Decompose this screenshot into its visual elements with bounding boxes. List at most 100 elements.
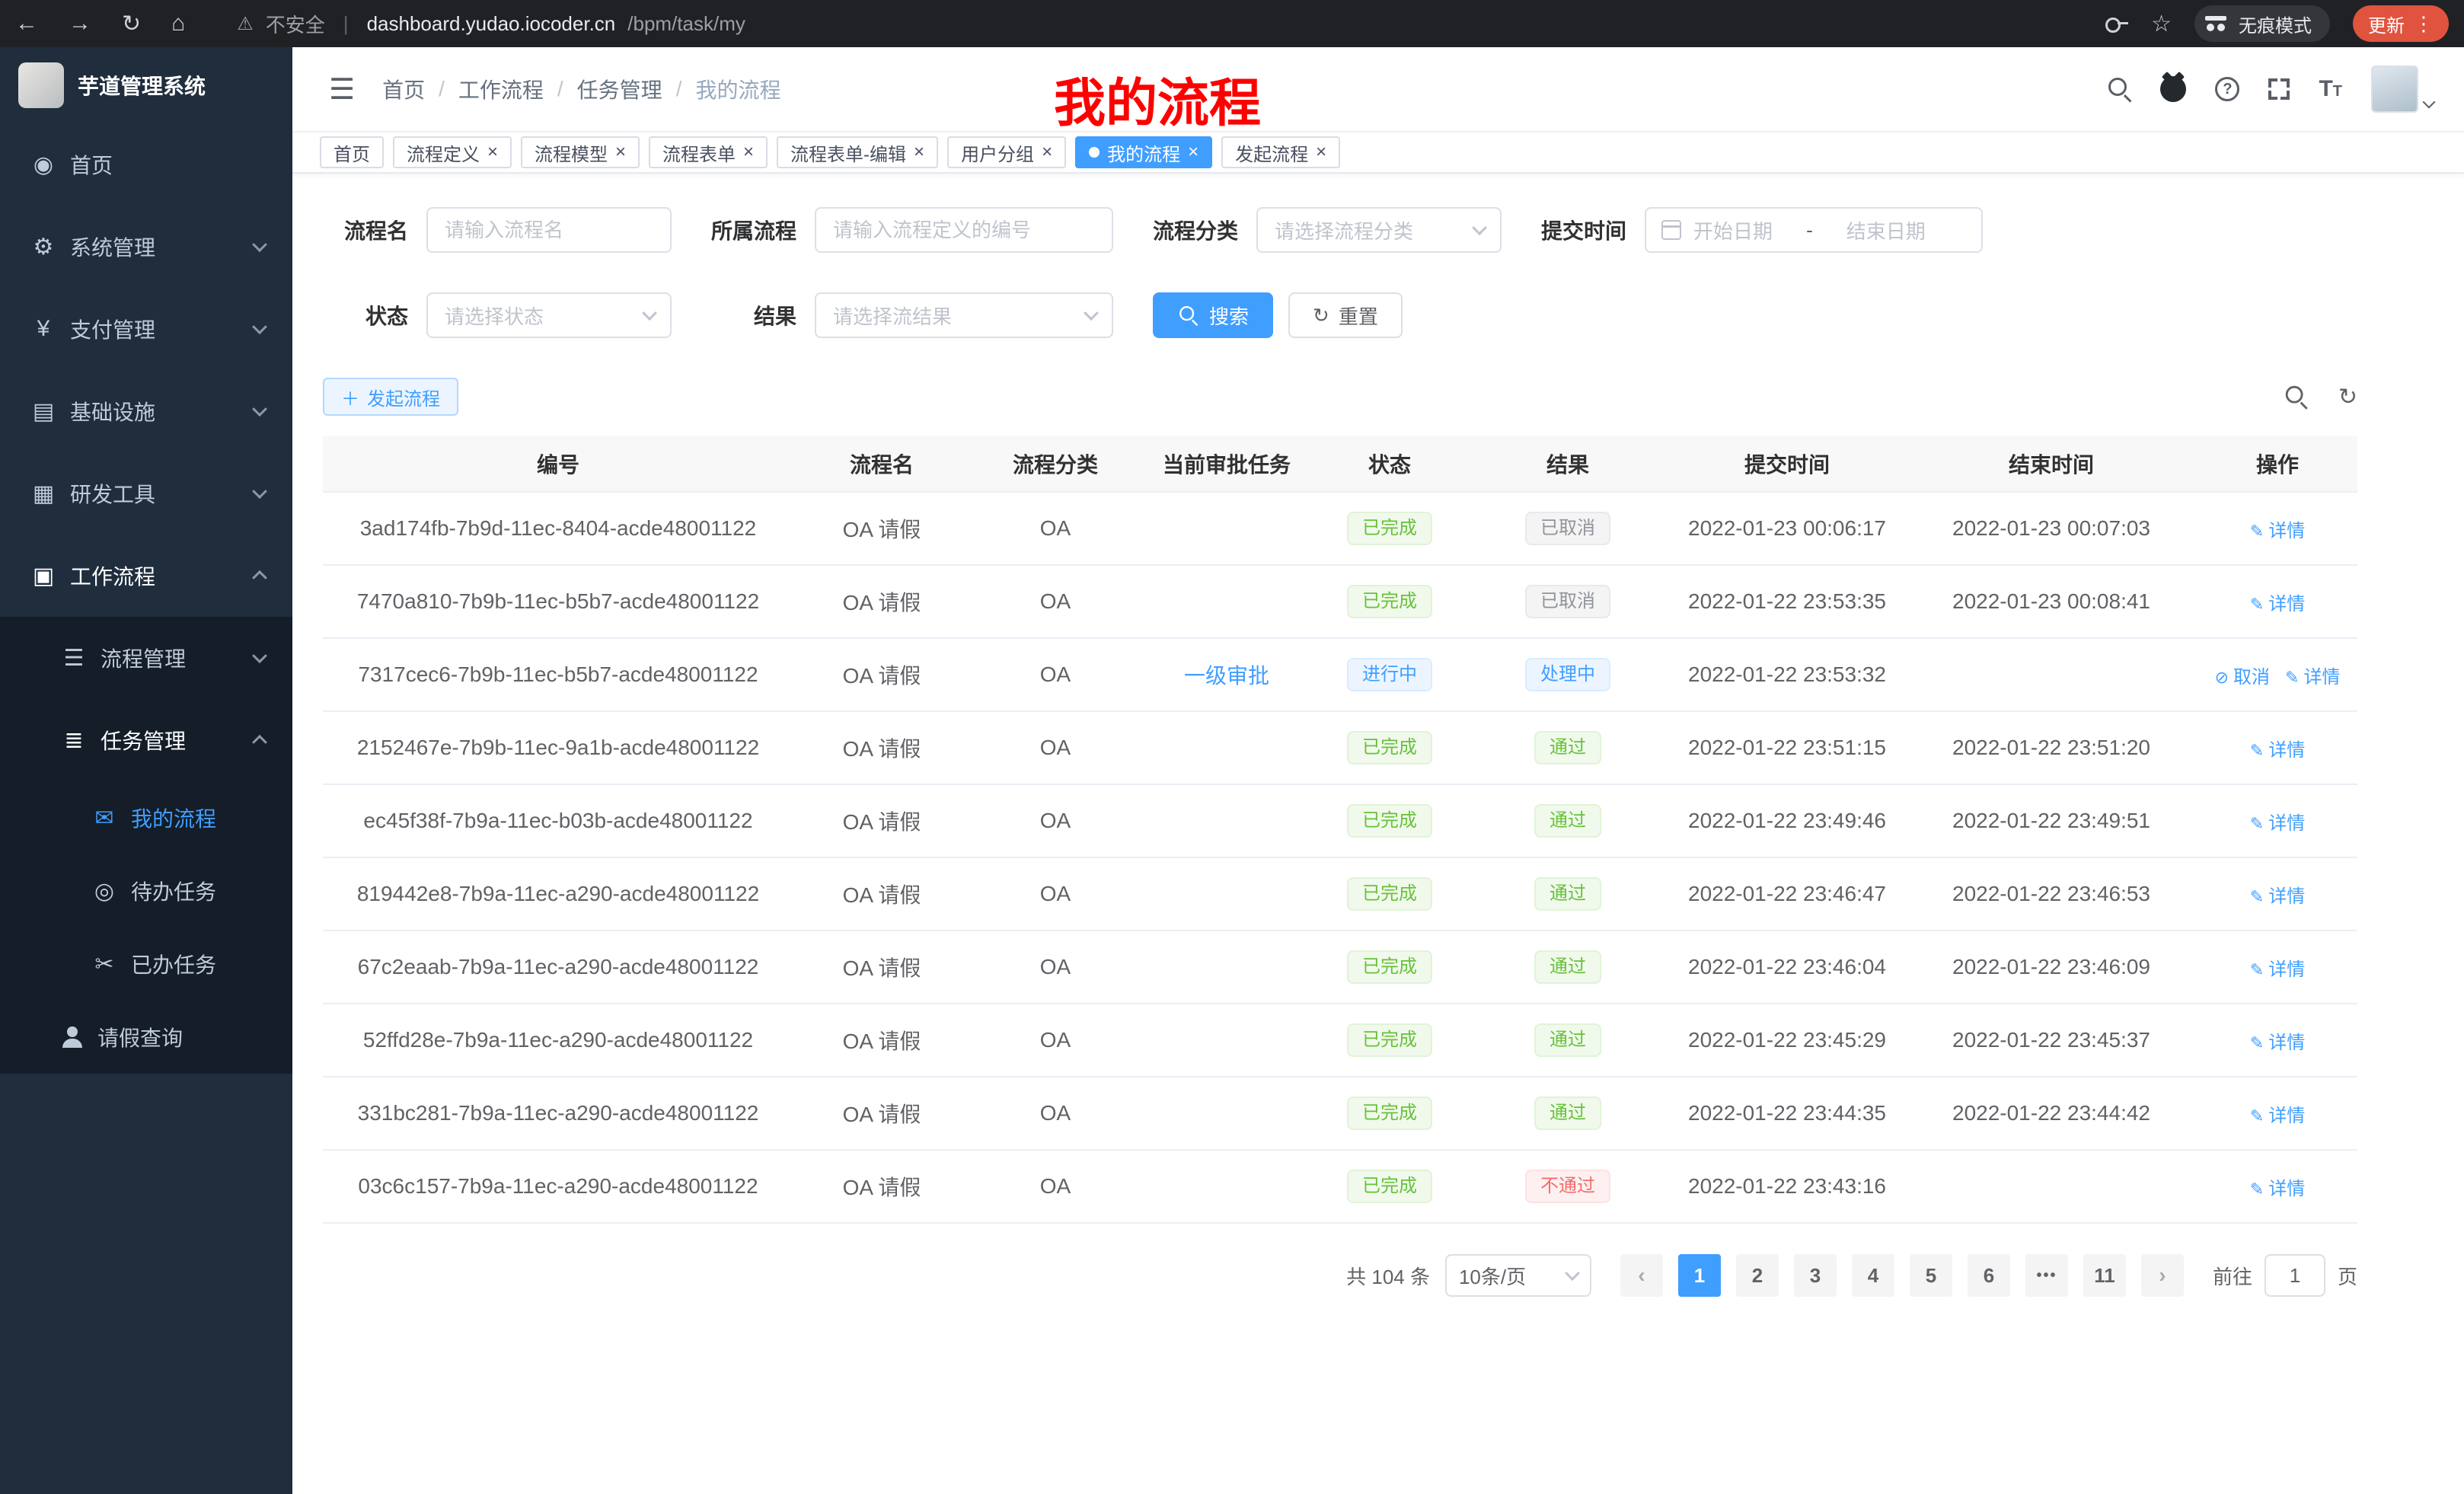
- detail-link[interactable]: ✎详情: [2250, 886, 2305, 907]
- col-actions: 操作: [2197, 436, 2357, 492]
- github-icon[interactable]: [2160, 76, 2186, 102]
- close-icon[interactable]: ×: [1042, 143, 1052, 161]
- tab-user-group[interactable]: 用户分组×: [947, 136, 1066, 168]
- key-icon[interactable]: [2105, 16, 2128, 31]
- sidebar-item-todo-tasks[interactable]: ◎待办任务: [0, 854, 292, 927]
- breadcrumb-workflow[interactable]: 工作流程: [458, 74, 544, 104]
- close-icon[interactable]: ×: [1316, 143, 1326, 161]
- more-pages-icon[interactable]: •••: [2025, 1254, 2068, 1297]
- cancel-link[interactable]: ⊘取消: [2215, 667, 2270, 688]
- star-icon[interactable]: ☆: [2151, 11, 2172, 37]
- task-link[interactable]: 一级审批: [1184, 664, 1269, 688]
- edit-icon: ✎: [2250, 887, 2264, 906]
- font-size-icon[interactable]: TT: [2319, 76, 2342, 102]
- search-icon[interactable]: [2108, 78, 2131, 101]
- page-number[interactable]: 5: [1910, 1254, 1952, 1297]
- more-vert-icon[interactable]: ⋮: [2414, 12, 2434, 36]
- gear-icon: ⚙: [30, 234, 56, 260]
- chevron-down-icon: [252, 319, 267, 334]
- help-icon[interactable]: ?: [2215, 77, 2239, 101]
- detail-link[interactable]: ✎详情: [2250, 1033, 2305, 1053]
- category-select[interactable]: 请选择流程分类: [1256, 207, 1502, 253]
- tab-process-form-edit[interactable]: 流程表单-编辑×: [777, 136, 938, 168]
- search-button[interactable]: 搜索: [1153, 292, 1273, 338]
- prev-page-button[interactable]: ‹: [1620, 1254, 1663, 1297]
- tab-home[interactable]: 首页: [320, 136, 384, 168]
- address-bar[interactable]: ⚠ 不安全 | dashboard.yudao.iocoder.cn/bpm/t…: [237, 10, 2105, 38]
- page-size-select[interactable]: 10条/页: [1445, 1254, 1591, 1297]
- chevron-down-icon: [252, 401, 267, 417]
- page-number[interactable]: 4: [1852, 1254, 1894, 1297]
- result-label: 结果: [711, 300, 796, 330]
- table-row: 52ffd28e-7b9a-11ec-a290-acde48001122OA 请…: [323, 1004, 2357, 1077]
- update-button[interactable]: 更新 ⋮: [2353, 5, 2449, 42]
- detail-link[interactable]: ✎详情: [2250, 959, 2305, 980]
- tab-start-process[interactable]: 发起流程×: [1221, 136, 1340, 168]
- app-logo[interactable]: 芋道管理系统: [0, 47, 292, 123]
- sidebar-item-process-mgmt[interactable]: ☰流程管理: [0, 617, 292, 699]
- sidebar-item-done-tasks[interactable]: ✂已办任务: [0, 927, 292, 1001]
- detail-link[interactable]: ✎详情: [2250, 740, 2305, 761]
- reload-icon[interactable]: ↻: [122, 11, 141, 37]
- sidebar-item-devtools[interactable]: ▦研发工具: [0, 452, 292, 535]
- close-icon[interactable]: ×: [487, 143, 498, 161]
- sidebar-item-my-process[interactable]: ✉我的流程: [0, 781, 292, 854]
- result-select[interactable]: 请选择流结果: [815, 292, 1113, 338]
- status-badge: 已完成: [1347, 804, 1432, 838]
- sidebar-item-system[interactable]: ⚙系统管理: [0, 206, 292, 288]
- close-icon[interactable]: ×: [1188, 143, 1198, 161]
- detail-link[interactable]: ✎详情: [2250, 1106, 2305, 1126]
- fullscreen-icon[interactable]: [2268, 78, 2290, 100]
- detail-link[interactable]: ✎详情: [2250, 521, 2305, 541]
- refresh-icon[interactable]: ↻: [2338, 384, 2357, 410]
- tab-process-definition[interactable]: 流程定义×: [393, 136, 512, 168]
- create-process-button[interactable]: ＋发起流程: [323, 378, 458, 416]
- page-number[interactable]: 2: [1736, 1254, 1779, 1297]
- result-badge: 已取消: [1525, 585, 1610, 618]
- page-number[interactable]: 3: [1794, 1254, 1837, 1297]
- tab-my-process[interactable]: 我的流程×: [1075, 136, 1212, 168]
- sidebar-item-payment[interactable]: ¥支付管理: [0, 288, 292, 370]
- process-owner-input[interactable]: [815, 207, 1113, 253]
- forward-icon[interactable]: →: [69, 11, 91, 37]
- detail-link[interactable]: ✎详情: [2250, 813, 2305, 834]
- page-number[interactable]: 1: [1678, 1254, 1721, 1297]
- close-icon[interactable]: ×: [615, 143, 626, 161]
- tab-process-form[interactable]: 流程表单×: [649, 136, 768, 168]
- page-number[interactable]: 6: [1968, 1254, 2010, 1297]
- goto-page-input[interactable]: [2265, 1254, 2325, 1297]
- hamburger-icon[interactable]: ☰: [329, 72, 355, 107]
- toggle-search-icon[interactable]: [2286, 386, 2308, 408]
- reset-button[interactable]: ↻重置: [1288, 292, 1403, 338]
- chevron-up-icon: [252, 735, 267, 750]
- detail-link[interactable]: ✎详情: [2285, 667, 2340, 688]
- process-name-input[interactable]: [426, 207, 672, 253]
- sidebar-item-workflow[interactable]: ▣工作流程: [0, 535, 292, 617]
- breadcrumb-home[interactable]: 首页: [382, 74, 425, 104]
- home-icon[interactable]: ⌂: [171, 11, 185, 37]
- status-badge: 已完成: [1347, 512, 1432, 545]
- status-select[interactable]: 请选择状态: [426, 292, 672, 338]
- close-icon[interactable]: ×: [914, 143, 924, 161]
- avatar: [2371, 65, 2418, 113]
- table-header-row: 编号 流程名 流程分类 当前审批任务 状态 结果 提交时间 结束时间 操作: [323, 436, 2357, 492]
- close-icon[interactable]: ×: [743, 143, 754, 161]
- detail-link[interactable]: ✎详情: [2250, 1179, 2305, 1199]
- breadcrumb-task-mgmt[interactable]: 任务管理: [577, 74, 662, 104]
- next-page-button[interactable]: ›: [2141, 1254, 2184, 1297]
- process-owner-label: 所属流程: [711, 215, 796, 245]
- detail-link[interactable]: ✎详情: [2250, 594, 2305, 615]
- tab-process-model[interactable]: 流程模型×: [521, 136, 640, 168]
- status-badge: 已完成: [1347, 585, 1432, 618]
- sidebar-item-leave-query[interactable]: 请假查询: [0, 1001, 292, 1074]
- sidebar-item-home[interactable]: ◉首页: [0, 123, 292, 206]
- date-range-picker[interactable]: 开始日期 - 结束日期: [1645, 207, 1983, 253]
- back-icon[interactable]: ←: [15, 11, 38, 37]
- page-number[interactable]: 11: [2083, 1254, 2126, 1297]
- incognito-badge: 无痕模式: [2194, 5, 2330, 42]
- user-avatar-menu[interactable]: [2371, 65, 2434, 113]
- sidebar-item-task-mgmt[interactable]: ≣任务管理: [0, 699, 292, 781]
- sidebar-item-infra[interactable]: ▤基础设施: [0, 370, 292, 452]
- date-separator: -: [1806, 219, 1813, 242]
- url-host: dashboard.yudao.iocoder.cn: [367, 12, 616, 36]
